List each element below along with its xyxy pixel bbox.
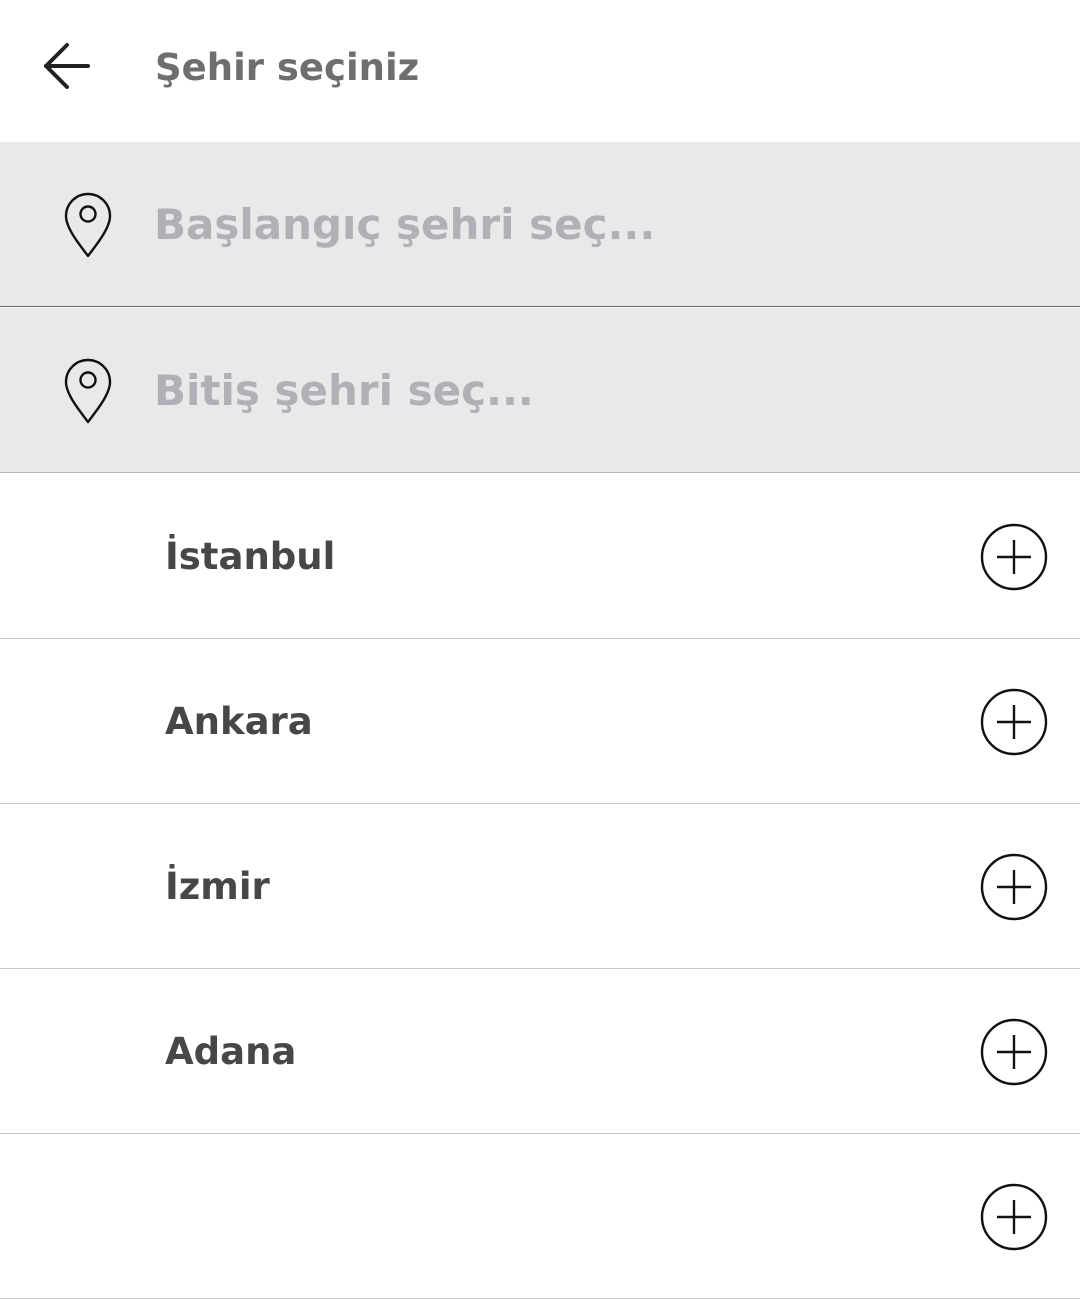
map-pin-icon — [64, 358, 112, 424]
city-name: İzmir — [165, 865, 270, 908]
city-row[interactable] — [0, 1134, 1080, 1299]
add-circle-icon[interactable] — [980, 1018, 1048, 1086]
start-city-field[interactable] — [0, 142, 1080, 307]
app-header: Şehir seçiniz — [0, 0, 1080, 142]
city-row[interactable]: İzmir — [0, 804, 1080, 969]
city-row[interactable]: Ankara — [0, 639, 1080, 804]
add-circle-icon[interactable] — [980, 1183, 1048, 1251]
end-city-field[interactable] — [0, 308, 1080, 473]
city-name: Adana — [165, 1030, 297, 1073]
start-city-input[interactable] — [154, 194, 1034, 254]
city-list: İstanbul Ankara İzmir Adana — [0, 474, 1080, 1299]
city-name: Ankara — [165, 700, 313, 743]
city-row[interactable]: İstanbul — [0, 474, 1080, 639]
add-circle-icon[interactable] — [980, 853, 1048, 921]
page-title: Şehir seçiniz — [155, 46, 420, 89]
end-city-input[interactable] — [154, 360, 1034, 420]
map-pin-icon — [64, 192, 112, 258]
add-circle-icon[interactable] — [980, 688, 1048, 756]
city-name: İstanbul — [165, 535, 336, 578]
add-circle-icon[interactable] — [980, 523, 1048, 591]
back-button[interactable] — [30, 30, 102, 102]
arrow-left-icon — [44, 43, 90, 89]
city-row[interactable]: Adana — [0, 969, 1080, 1134]
